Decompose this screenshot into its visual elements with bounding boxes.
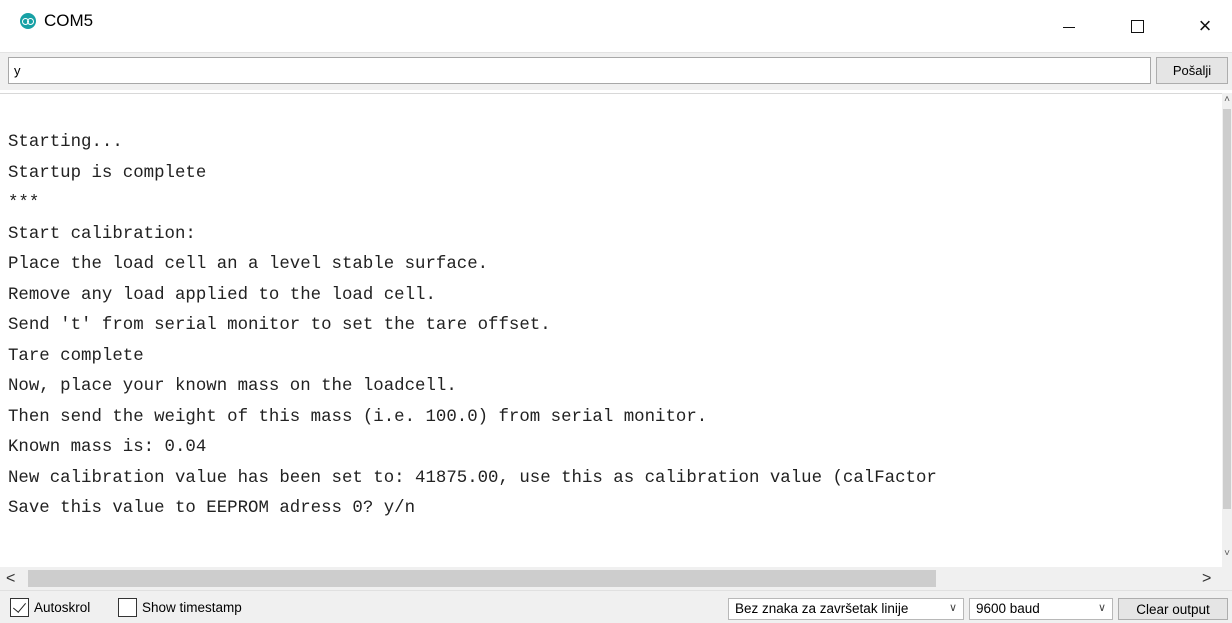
close-button[interactable]: × (1182, 0, 1228, 52)
arduino-icon (20, 13, 36, 29)
output-line: *** (8, 194, 40, 213)
output-line: Then send the weight of this mass (i.e. … (8, 407, 708, 427)
baud-rate-select[interactable]: 9600 baud ∨ (969, 598, 1113, 620)
output-line: Start calibration: (8, 224, 196, 244)
maximize-button[interactable] (1114, 0, 1160, 52)
output-line: Startup is complete (8, 163, 207, 183)
line-ending-select[interactable]: Bez znaka za završetak linije ∨ (728, 598, 964, 620)
baud-rate-value: 9600 baud (976, 601, 1040, 616)
serial-input-field[interactable] (8, 57, 1151, 84)
vertical-scroll-thumb[interactable] (1223, 109, 1231, 509)
output-line: Place the load cell an a level stable su… (8, 255, 489, 274)
scroll-up-icon[interactable]: ˄ (1222, 95, 1232, 105)
vertical-scrollbar[interactable]: ˄ ˅ (1222, 93, 1232, 567)
output-line: Tare complete (8, 346, 144, 366)
line-ending-value: Bez znaka za završetak linije (735, 601, 909, 616)
output-text: Starting... Startup is complete *** Start c… (8, 128, 937, 525)
status-bar: Autoskrol Show timestamp Bez znaka za za… (0, 590, 1232, 623)
clear-output-button[interactable]: Clear output (1118, 598, 1228, 620)
scroll-left-icon[interactable]: < (6, 569, 24, 588)
send-button[interactable]: Pošalji (1156, 57, 1228, 84)
output-line: Known mass is: 0.04 (8, 438, 207, 457)
chevron-down-icon: ∨ (1097, 602, 1106, 614)
scroll-down-icon[interactable]: ˅ (1222, 549, 1232, 559)
output-line: Save this value to EEPROM adress 0? y/n (8, 499, 416, 518)
horizontal-scroll-thumb[interactable] (28, 570, 936, 587)
output-line: New calibration value has been set to: 4… (8, 468, 937, 488)
output-line: Remove any load applied to the load cell… (8, 285, 436, 305)
timestamp-label: Show timestamp (142, 600, 242, 615)
chevron-down-icon: ∨ (948, 602, 957, 614)
minimize-button[interactable] (1046, 0, 1092, 52)
scroll-right-icon[interactable]: > (1202, 569, 1220, 588)
serial-output-area[interactable]: Starting... Startup is complete *** Start c… (0, 93, 1222, 567)
horizontal-scrollbar[interactable]: < > (0, 567, 1232, 590)
output-line: Now, place your known mass on the loadce… (8, 377, 457, 396)
autoscroll-option[interactable]: Autoskrol (10, 598, 90, 617)
timestamp-option[interactable]: Show timestamp (118, 598, 242, 617)
window-title: COM5 (44, 11, 94, 30)
timestamp-checkbox[interactable] (118, 598, 137, 617)
autoscroll-label: Autoskrol (34, 600, 91, 615)
output-line: Starting... (8, 133, 123, 152)
title-bar: COM5 × (0, 0, 1232, 52)
autoscroll-checkbox[interactable] (10, 598, 29, 617)
output-line: Send 't' from serial monitor to set the … (8, 316, 551, 335)
send-toolbar: Pošalji (0, 52, 1232, 90)
